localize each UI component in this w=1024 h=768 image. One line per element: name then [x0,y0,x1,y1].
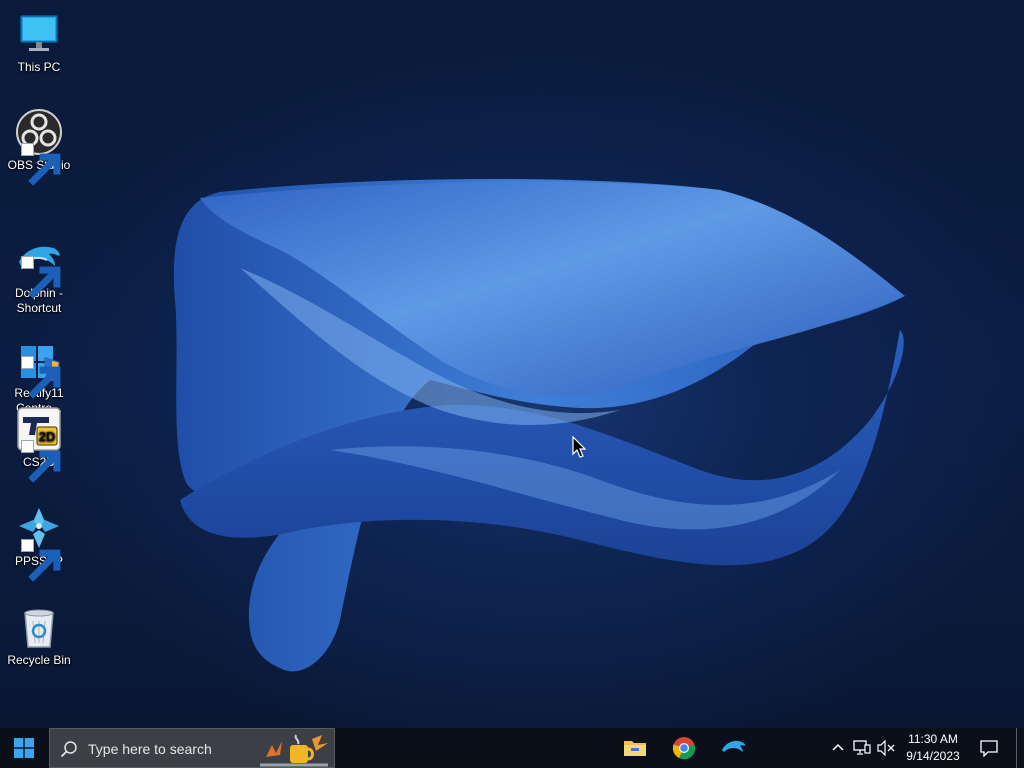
desktop-icon-rectify11[interactable]: Rectify11 Contro... [4,302,74,415]
monitor-icon [15,10,63,58]
shortcut-arrow-icon [21,143,61,186]
search-highlight-art-icon [260,734,328,767]
taskbar-pinned-file-explorer[interactable] [611,728,659,768]
desktop-icon-label: This PC [17,60,61,74]
chrome-icon [672,737,696,760]
volume-muted-icon [877,740,895,756]
desktop-icon-label: Recycle Bin [7,653,71,667]
obs-icon [15,108,63,186]
dolphin-icon [15,221,63,299]
desktop-icon-recycle-bin[interactable]: Recycle Bin [4,599,74,685]
wallpaper-ribbon [173,178,905,672]
dolphin-icon [722,740,746,752]
windows-logo-icon [14,738,34,758]
taskbar: Type here to search 11:30 AM 9/14/2023 [0,728,1024,768]
clock-date: 9/14/2023 [906,749,960,763]
show-desktop-button[interactable] [1016,728,1024,768]
ppsspp-icon [15,504,63,582]
chevron-up-icon [832,743,844,751]
tray-volume[interactable] [876,728,896,768]
mouse-cursor-icon [572,436,587,458]
search-icon [60,741,77,758]
shortcut-arrow-icon [21,256,61,299]
start-button[interactable] [0,728,48,768]
cs2d-icon: 2D [15,405,63,483]
shortcut-arrow-icon [21,539,61,582]
shortcut-arrow-icon [21,440,61,483]
taskbar-pinned-dolphin[interactable] [709,728,757,768]
desktop-icon-obs-studio[interactable]: OBS Studio [4,104,74,190]
clock-time: 11:30 AM [908,732,958,746]
network-icon [853,740,871,755]
recycle-bin-icon [15,603,63,651]
desktop[interactable]: This PC OBS Studio Dolphin - Shortcut Re… [0,0,1024,728]
rectify11-icon [15,321,63,399]
search-input[interactable]: Type here to search [49,728,335,768]
notification-icon [980,740,998,757]
search-placeholder: Type here to search [88,741,212,757]
notifications-button[interactable] [974,728,1004,768]
desktop-icon-cs2d[interactable]: 2D CS2D [4,401,74,487]
desktop-icon-ppsspp[interactable]: PPSSPP [4,500,74,586]
desktop-icon-this-pc[interactable]: This PC [4,6,74,92]
tray-clock[interactable]: 11:30 AM 9/14/2023 [898,731,968,765]
shortcut-arrow-icon [21,356,61,399]
taskbar-pinned-chrome[interactable] [660,728,708,768]
tray-chevron[interactable] [829,728,847,768]
desktop-icon-dolphin[interactable]: Dolphin - Shortcut [4,202,74,315]
folder-icon [624,741,646,756]
tray-network[interactable] [852,728,872,768]
